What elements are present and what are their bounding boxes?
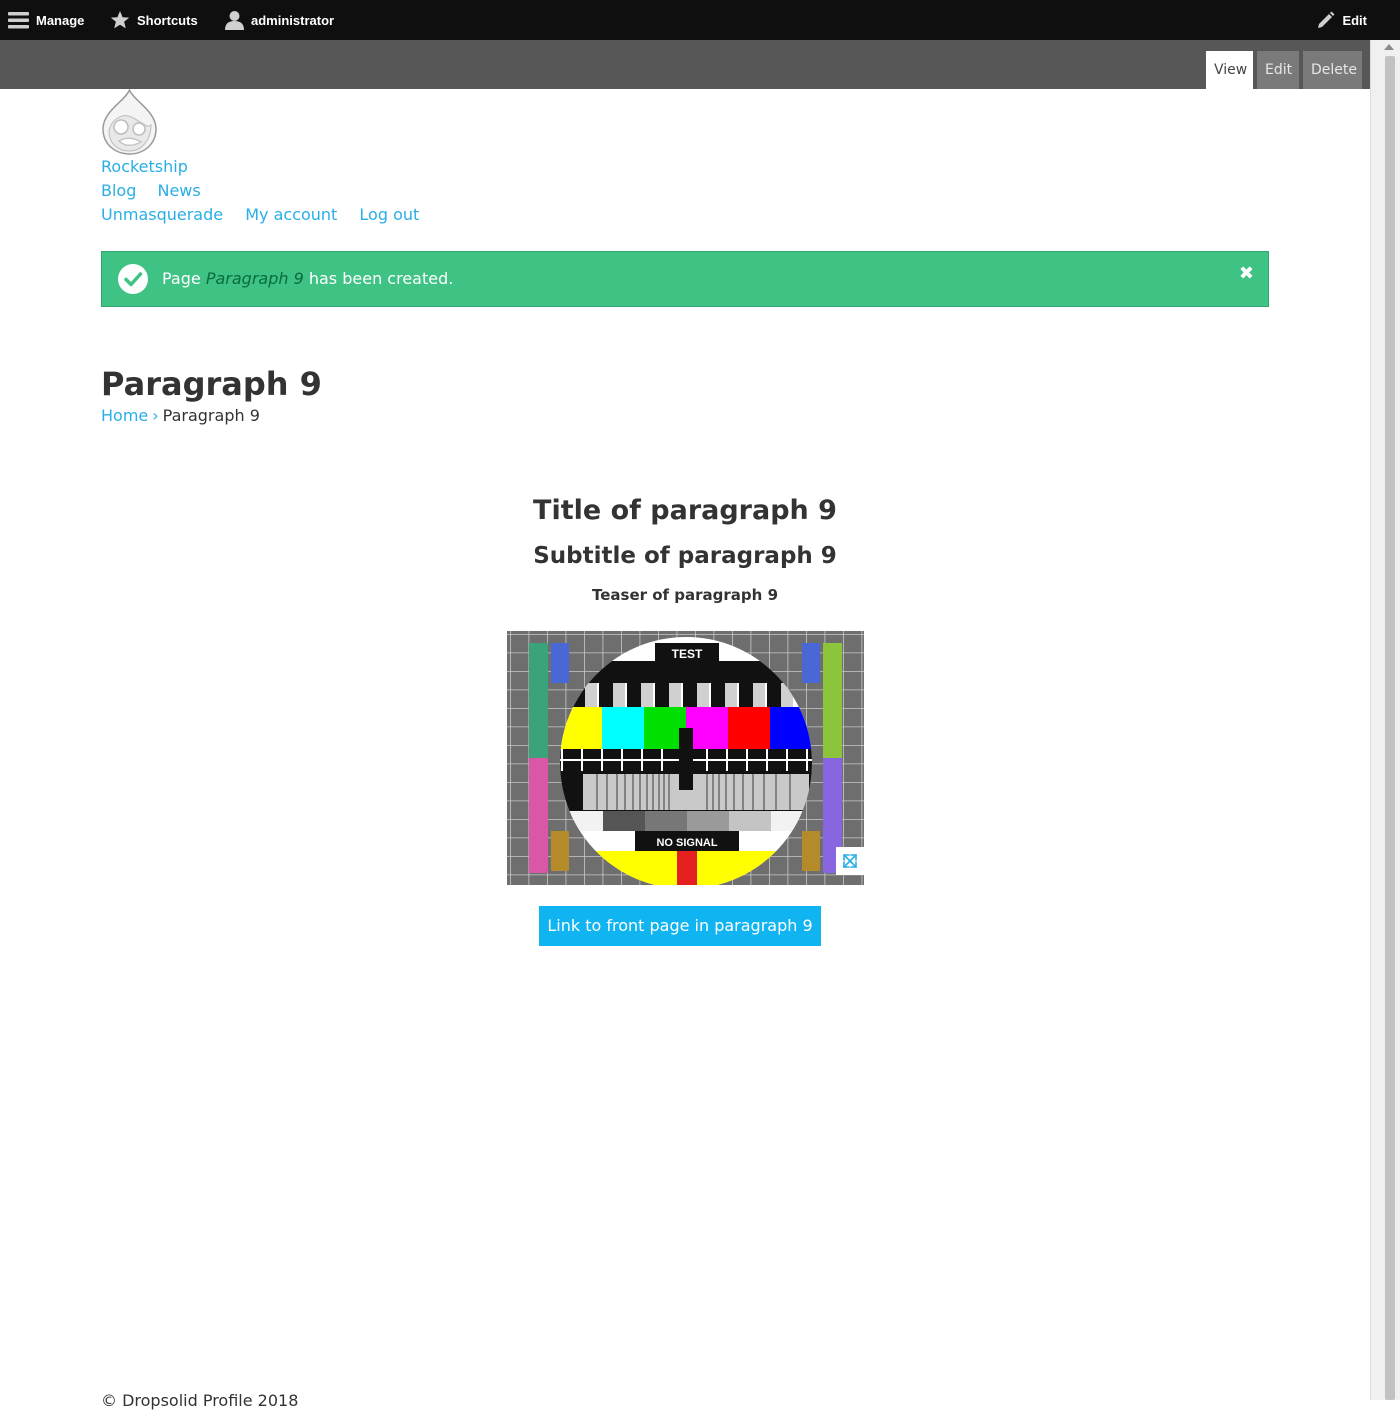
tab-edit[interactable]: Edit [1257, 51, 1299, 89]
admin-toolbar: Manage Shortcuts administrator Edit [0, 0, 1400, 40]
breadcrumb: Home › Paragraph 9 [101, 405, 260, 427]
breadcrumb-home[interactable]: Home [101, 406, 148, 425]
toolbar-manage[interactable]: Manage [8, 0, 84, 40]
user-icon [225, 11, 244, 30]
message-suffix: has been created. [303, 269, 454, 288]
main-menu-item-news[interactable]: News [157, 181, 200, 200]
breadcrumb-current: Paragraph 9 [162, 406, 260, 425]
scroll-up-arrow-icon[interactable] [1384, 44, 1394, 50]
tab-view[interactable]: View [1206, 51, 1253, 89]
account-menu-item-unmasquerade[interactable]: Unmasquerade [101, 205, 223, 224]
toolbar-user-label: administrator [251, 12, 335, 28]
message-prefix: Page [162, 269, 206, 288]
toolbar-manage-label: Manage [36, 12, 85, 28]
hamburger-icon [8, 12, 29, 29]
main-menu: Blog News [101, 180, 217, 202]
account-menu-item-my-account[interactable]: My account [245, 205, 337, 224]
toolbar-user[interactable]: administrator [225, 0, 334, 40]
paragraph-teaser: Teaser of paragraph 9 [591, 586, 779, 604]
test-pattern-image[interactable]: TEST NO SIGNAL [507, 631, 864, 885]
status-message: Page Paragraph 9 has been created. ✖ [101, 251, 1269, 307]
account-menu-item-log-out[interactable]: Log out [359, 205, 419, 224]
test-label: TEST [672, 647, 703, 661]
site-name-link[interactable]: Rocketship [101, 156, 188, 178]
toolbar-shortcuts-label: Shortcuts [137, 12, 198, 28]
footer-copyright: © Dropsolid Profile 2018 [101, 1391, 299, 1410]
main-menu-item-blog[interactable]: Blog [101, 181, 136, 200]
toolbar-shortcuts[interactable]: Shortcuts [110, 0, 198, 40]
tab-delete[interactable]: Delete [1303, 51, 1362, 89]
star-icon [110, 11, 130, 29]
front-page-link-button[interactable]: Link to front page in paragraph 9 [539, 906, 821, 946]
expand-icon[interactable] [836, 847, 864, 875]
checkmark-circle-icon [118, 264, 148, 294]
paragraph-subtitle: Subtitle of paragraph 9 [533, 543, 837, 569]
status-message-text: Page Paragraph 9 has been created. [162, 268, 453, 290]
toolbar-edit[interactable]: Edit [1317, 0, 1367, 40]
drupal-logo[interactable] [101, 89, 158, 155]
close-icon[interactable]: ✖ [1239, 263, 1254, 284]
message-item-link[interactable]: Paragraph 9 [206, 269, 304, 288]
toolbar-edit-label: Edit [1342, 12, 1367, 28]
page-title: Paragraph 9 [101, 365, 322, 403]
scroll-thumb[interactable] [1385, 56, 1395, 1400]
pencil-icon [1318, 11, 1335, 28]
paragraph-title: Title of paragraph 9 [533, 495, 837, 526]
account-menu: Unmasquerade My account Log out [101, 204, 436, 226]
site-name-label: Rocketship [101, 157, 188, 176]
page-scrollbar[interactable] [1370, 40, 1400, 1400]
breadcrumb-separator: › [152, 406, 159, 425]
local-tasks-bar: View Edit Delete [0, 40, 1370, 89]
no-signal-label: NO SIGNAL [656, 837, 717, 849]
